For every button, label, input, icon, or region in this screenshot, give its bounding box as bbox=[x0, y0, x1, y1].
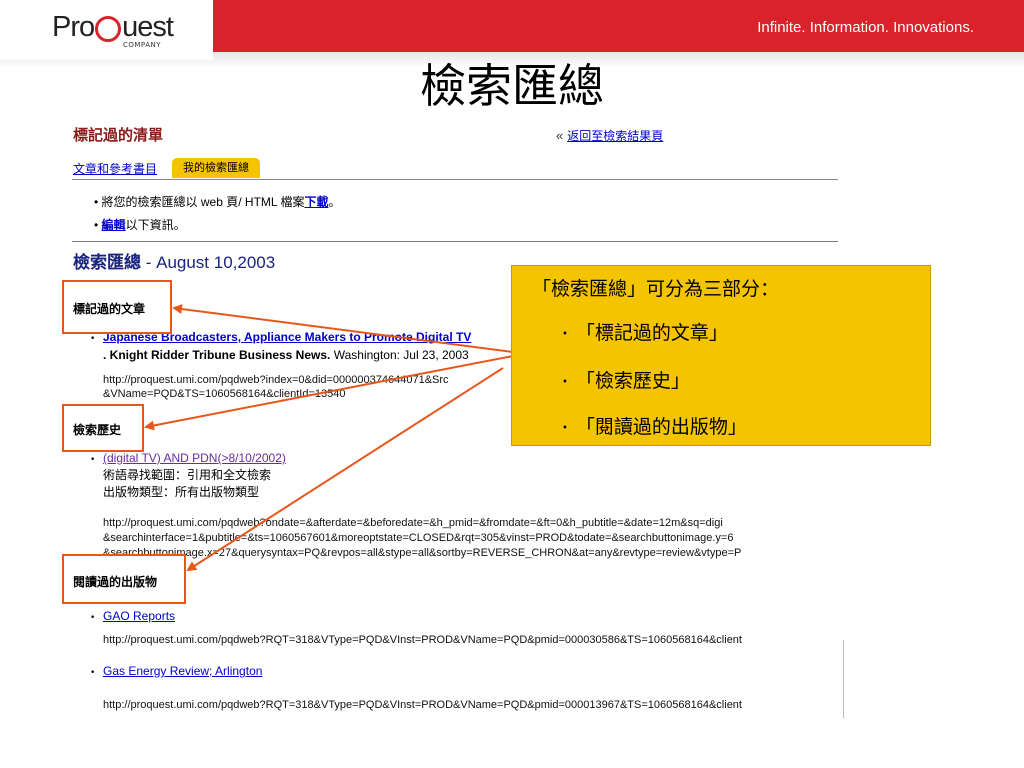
callout-item: • 「檢索歷史」 bbox=[562, 366, 690, 393]
callout-bullet: • bbox=[562, 422, 568, 434]
callout-bullet: • bbox=[562, 328, 568, 340]
arrow-to-search-history bbox=[144, 355, 514, 431]
arrow-to-read-publications bbox=[186, 367, 504, 572]
callout-item: • 「標記過的文章」 bbox=[562, 318, 728, 345]
callout-item-text: 「檢索歷史」 bbox=[575, 370, 690, 392]
callout-item-text: 「閱讀過的出版物」 bbox=[575, 416, 747, 438]
callout-title: 「檢索匯總」可分為三部分： bbox=[532, 278, 780, 300]
callout-bullet: • bbox=[562, 376, 568, 388]
callout-item-text: 「標記過的文章」 bbox=[575, 322, 728, 344]
arrow-to-marked-articles bbox=[172, 304, 514, 353]
callout-item: • 「閱讀過的出版物」 bbox=[562, 412, 747, 439]
callout-box: 「檢索匯總」可分為三部分： • 「標記過的文章」 • 「檢索歷史」 • 「閱讀過的出版… bbox=[511, 265, 931, 446]
